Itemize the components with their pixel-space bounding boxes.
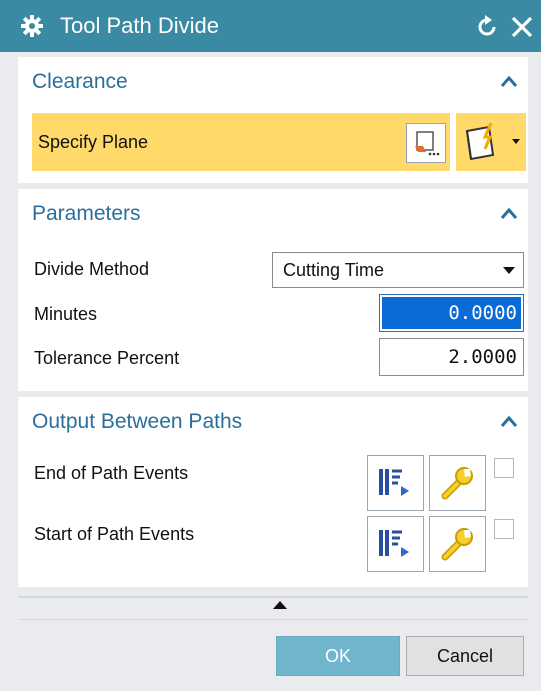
event-list-icon [379,469,409,496]
title-bar[interactable]: Tool Path Divide [0,0,541,52]
clearance-panel: Clearance Specify Plane [18,57,528,183]
wrench-icon [441,528,473,561]
start-events-checkbox[interactable] [494,519,514,539]
plane-icon [465,122,495,161]
close-icon[interactable] [509,14,535,40]
minutes-input[interactable]: 0.0000 [379,294,524,332]
chevron-down-icon [503,267,515,274]
clearance-header[interactable]: Clearance [18,57,528,109]
parameters-title: Parameters [32,202,141,225]
output-header[interactable]: Output Between Paths [18,397,528,449]
plane-dialog-icon [415,131,440,156]
footer-divider [18,619,528,620]
tolerance-percent-input[interactable]: 2.0000 [379,338,524,376]
minutes-value: 0.0000 [382,297,521,329]
clearance-title: Clearance [32,70,128,93]
chevron-up-icon[interactable] [498,71,520,93]
tool-path-divide-dialog: Tool Path Divide Clearance Specify Plane [0,0,541,691]
parameters-header[interactable]: Parameters [18,189,528,241]
gear-icon [21,15,43,37]
end-events-checkbox[interactable] [494,458,514,478]
reset-icon[interactable] [474,14,500,40]
chevron-up-icon[interactable] [498,203,520,225]
divide-method-select[interactable]: Cutting Time [272,252,524,288]
minutes-label: Minutes [34,304,98,324]
ok-button[interactable]: OK [276,636,400,676]
inferred-plane-button[interactable] [457,117,507,167]
start-of-path-events-label: Start of Path Events [34,524,195,544]
end-of-path-events-label: End of Path Events [34,463,189,483]
start-events-list-button[interactable] [367,516,424,572]
wrench-icon [441,467,473,500]
divide-method-label: Divide Method [34,259,150,279]
event-list-icon [379,530,409,557]
start-events-edit-button[interactable] [429,516,486,572]
parameters-panel: Parameters Divide Method Cutting Time Mi… [18,189,528,391]
end-events-list-button[interactable] [367,455,424,511]
output-title: Output Between Paths [32,410,243,433]
plane-dialog-button[interactable] [406,123,446,163]
cancel-button[interactable]: Cancel [406,636,524,676]
divide-method-value: Cutting Time [283,260,385,280]
end-events-edit-button[interactable] [429,455,486,511]
chevron-up-icon[interactable] [498,411,520,433]
dropdown-arrow-icon[interactable] [510,135,522,147]
footer-divider [18,596,528,598]
specify-plane-label: Specify Plane [38,132,149,152]
specify-plane-row[interactable]: Specify Plane [32,113,526,171]
tolerance-percent-label: Tolerance Percent [34,348,180,368]
window-title: Tool Path Divide [60,13,219,38]
output-between-paths-panel: Output Between Paths End of Path Events [18,397,528,587]
collapse-arrow-icon[interactable] [273,601,287,609]
